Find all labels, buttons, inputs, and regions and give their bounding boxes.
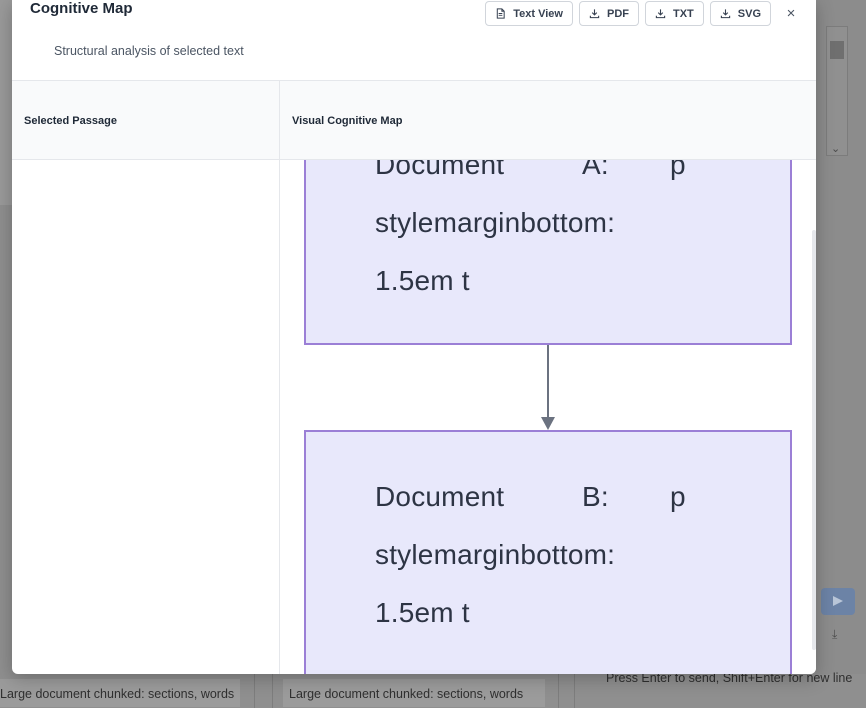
map-node-document-b[interactable]: Document B: p stylemarginbottom: 1.5em t: [304, 430, 792, 674]
map-node-document-a[interactable]: Document A: p stylemarginbottom: 1.5em t: [304, 160, 792, 345]
download-icon: ⤓: [832, 627, 838, 641]
arrow-head-icon: [541, 417, 555, 430]
background-divider: [272, 674, 273, 708]
node-line: 1.5em t: [375, 265, 470, 296]
node-word: p: [670, 160, 686, 180]
visual-map-header: Visual Cognitive Map: [292, 114, 403, 127]
background-scroll-box: ⌄: [826, 26, 848, 156]
map-edge: [547, 345, 549, 418]
close-icon[interactable]: ×: [779, 1, 803, 26]
modal-header: Cognitive Map Structural analysis of sel…: [12, 0, 816, 81]
download-pdf-button[interactable]: PDF: [578, 1, 639, 26]
download-icon: [720, 9, 730, 19]
text-view-button[interactable]: Text View: [485, 1, 573, 26]
cognitive-map-canvas[interactable]: Document A: p stylemarginbottom: 1.5em t D…: [280, 160, 816, 674]
cognitive-map-modal: Cognitive Map Structural analysis of sel…: [12, 0, 816, 674]
node-line: stylemarginbottom:: [375, 539, 616, 570]
download-txt-button[interactable]: TXT: [644, 1, 704, 26]
node-word: B:: [582, 481, 609, 512]
modal-subtitle: Structural analysis of selected text: [54, 44, 244, 58]
svg-label: SVG: [737, 7, 761, 20]
canvas-scrollbar[interactable]: [812, 230, 816, 650]
chevron-down-icon: ⌄: [831, 143, 841, 155]
download-icon: [655, 9, 666, 19]
background-chunk-status: Large document chunked: sections, words: [283, 679, 545, 707]
modal-title: Cognitive Map: [30, 0, 133, 17]
background-divider: [574, 674, 575, 708]
modal-toolbar: Text View PDF TXT SVG ×: [485, 1, 803, 26]
text-view-label: Text View: [513, 7, 563, 20]
download-icon: [589, 9, 600, 19]
background-divider: [254, 674, 255, 708]
pdf-label: PDF: [606, 7, 629, 20]
map-node-label: Document A: p stylemarginbottom: 1.5em t: [375, 160, 686, 310]
selected-passage-header: Selected Passage: [24, 114, 117, 127]
node-word: A:: [582, 160, 609, 180]
background-divider: [558, 674, 559, 708]
node-line: 1.5em t: [375, 597, 470, 628]
node-word: Document: [375, 160, 505, 180]
node-word: p: [670, 481, 686, 512]
download-svg-button[interactable]: SVG: [709, 1, 771, 26]
document-icon: [497, 8, 505, 19]
node-line: stylemarginbottom:: [375, 207, 616, 238]
txt-label: TXT: [672, 7, 694, 20]
background-scroll-thumb: [830, 41, 844, 59]
node-word: Document: [375, 481, 505, 512]
background-chunk-status: Large document chunked: sections, words: [0, 679, 240, 707]
panel-headers: Selected Passage Visual Cognitive Map: [12, 81, 816, 160]
send-button: [821, 588, 855, 615]
map-node-label: Document B: p stylemarginbottom: 1.5em t: [375, 468, 686, 642]
background-document-edge: [0, 0, 12, 205]
